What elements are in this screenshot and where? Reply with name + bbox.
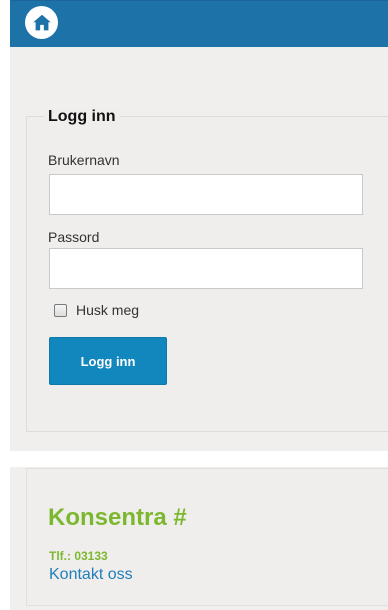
contact-us-link[interactable]: Kontakt oss (49, 566, 133, 584)
login-form: Logg inn Brukernavn Passord Husk meg Log… (26, 108, 388, 432)
home-button[interactable] (25, 6, 58, 39)
password-label: Passord (48, 229, 100, 245)
remember-me-row: Husk meg (54, 301, 139, 319)
username-label: Brukernavn (48, 152, 120, 168)
remember-me-label[interactable]: Husk meg (76, 302, 139, 318)
home-icon (32, 14, 51, 30)
remember-me-checkbox[interactable] (54, 303, 67, 317)
top-bar (10, 0, 388, 47)
username-input[interactable] (49, 174, 363, 215)
login-button[interactable]: Logg inn (49, 337, 167, 385)
section-separator (10, 451, 388, 467)
phone-number: Tlf.: 03133 (49, 549, 108, 563)
login-legend: Logg inn (44, 108, 120, 126)
password-input[interactable] (49, 248, 363, 289)
brand-name: Konsentra # (48, 504, 187, 531)
contact-panel: Konsentra # Tlf.: 03133 Kontakt oss (26, 468, 388, 606)
page: Logg inn Brukernavn Passord Husk meg Log… (0, 0, 388, 610)
